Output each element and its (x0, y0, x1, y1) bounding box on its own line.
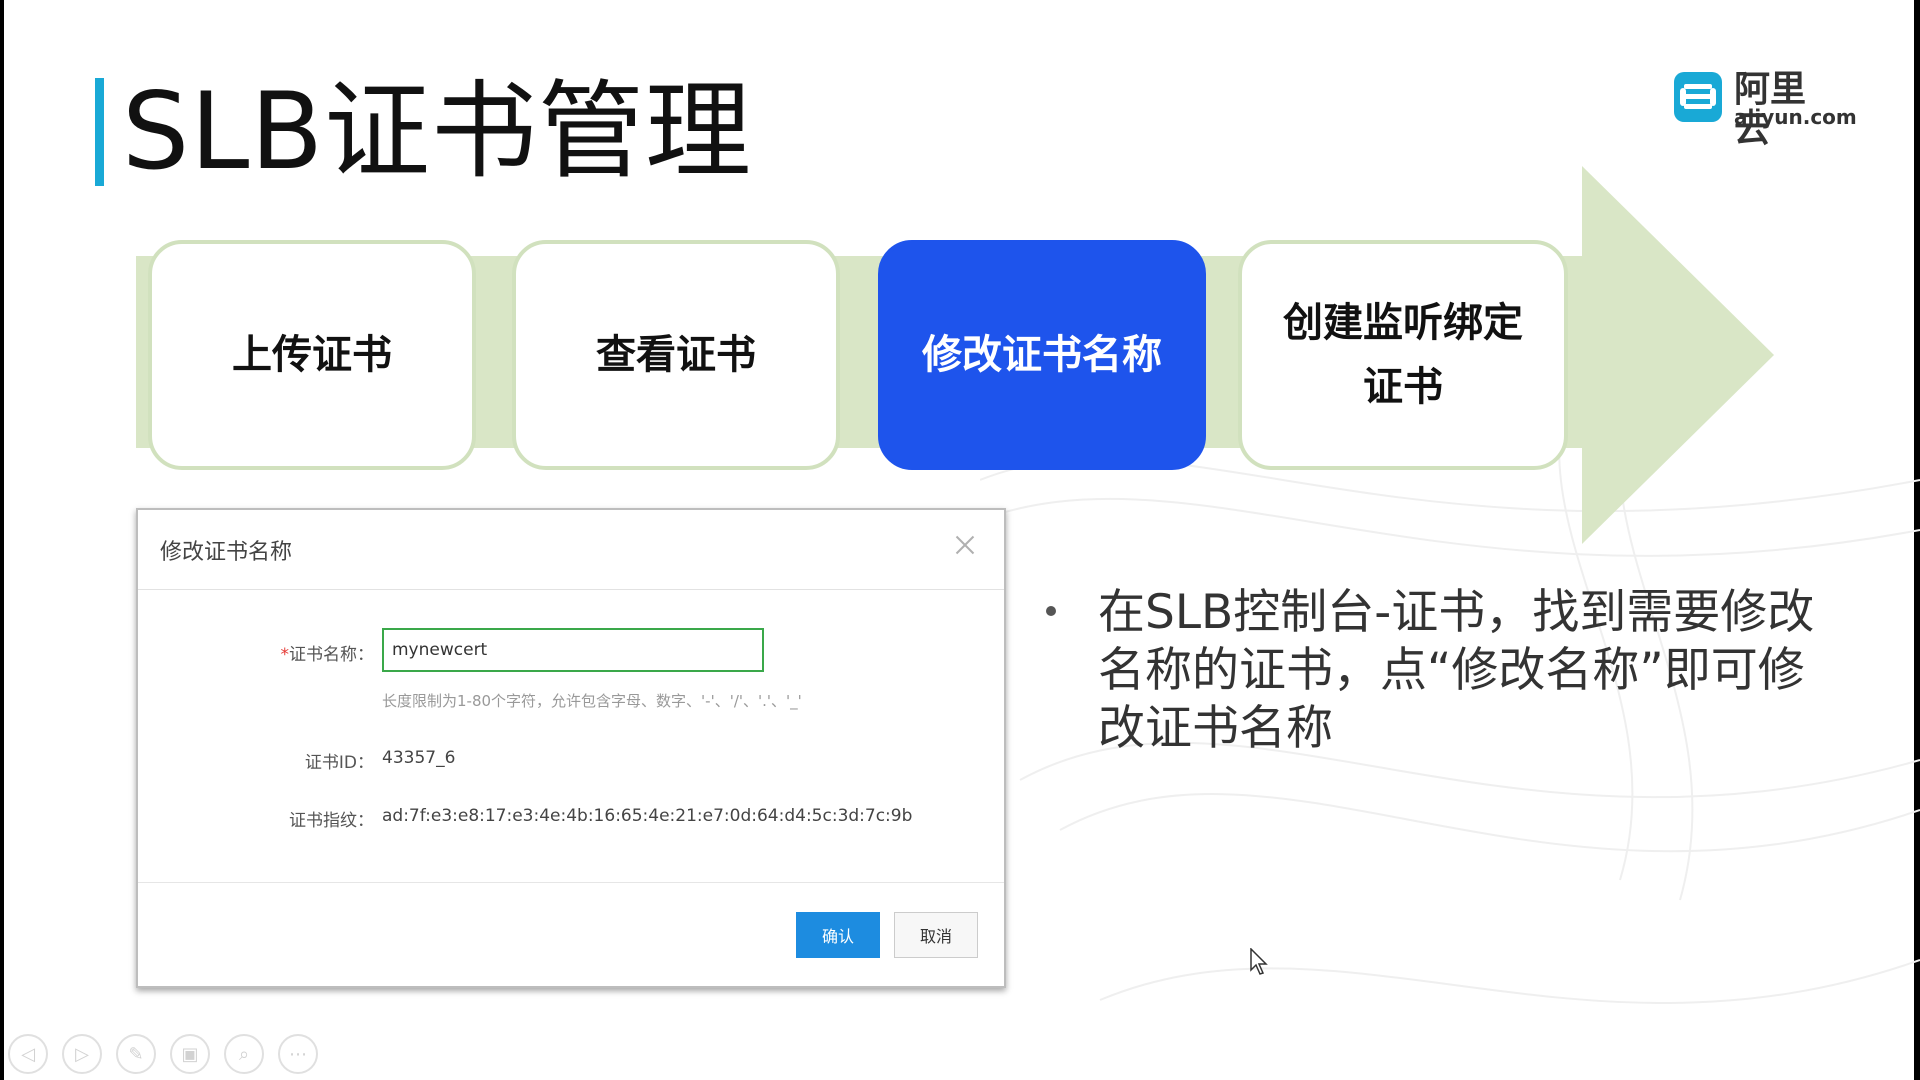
certificate-name-input[interactable] (382, 628, 764, 672)
title-accent-bar (95, 78, 104, 186)
slideshow-controls: ◁ ▷ ✎ ▣ ⌕ ⋯ (8, 1034, 318, 1078)
bullet-dot (1046, 606, 1056, 616)
step-rename-certificate: 修改证书名称 (878, 240, 1206, 470)
rename-certificate-dialog: 修改证书名称 *证书名称： 长度限制为1-80个字符，允许包含字母、数字、'-'… (136, 508, 1006, 988)
more-icon[interactable]: ⋯ (278, 1034, 318, 1074)
step-upload-certificate: 上传证书 (148, 240, 476, 470)
required-marker: * (280, 645, 290, 665)
dialog-footer-divider (138, 882, 1004, 883)
certificate-fingerprint-label: 证书指纹： (289, 811, 374, 831)
slide-title: SLB证书管理 (122, 70, 753, 193)
mouse-cursor-icon (1250, 948, 1268, 975)
certificate-name-hint: 长度限制为1-80个字符，允许包含字母、数字、'-'、'/'、'.'、'_' (382, 692, 802, 710)
certificate-fingerprint-value: ad:7f:e3:e8:17:e3:4e:4b:16:65:4e:21:e7:0… (382, 806, 913, 826)
aliyun-logo: 阿里云 aliyun.com (1672, 70, 1857, 150)
cancel-button[interactable]: 取消 (894, 912, 978, 958)
next-icon[interactable]: ▷ (62, 1034, 102, 1074)
previous-icon[interactable]: ◁ (8, 1034, 48, 1074)
certificate-id-label: 证书ID： (304, 753, 374, 773)
certificate-id-value: 43357_6 (382, 748, 456, 768)
certificate-name-label-text: 证书名称： (289, 645, 374, 665)
dialog-header: 修改证书名称 (138, 510, 1004, 590)
bullet-text: 在SLB控制台-证书，找到需要修改名称的证书，点“修改名称”即可修改证书名称 (1098, 585, 1815, 756)
flow-arrow-icon (1582, 166, 1774, 544)
confirm-button[interactable]: 确认 (796, 912, 880, 958)
certificate-name-label: *证书名称： (178, 640, 375, 665)
close-icon[interactable] (952, 532, 978, 558)
zoom-icon[interactable]: ⌕ (224, 1034, 264, 1074)
logo-text-en: aliyun.com (1734, 105, 1857, 129)
left-edge (0, 0, 4, 1080)
pen-icon[interactable]: ✎ (116, 1034, 156, 1074)
step-view-certificate: 查看证书 (512, 240, 840, 470)
aliyun-logo-icon (1674, 72, 1722, 122)
step-create-listener-bind-certificate: 创建监听绑定证书 (1238, 240, 1568, 470)
slides-icon[interactable]: ▣ (170, 1034, 210, 1074)
dialog-title: 修改证书名称 (160, 540, 293, 565)
